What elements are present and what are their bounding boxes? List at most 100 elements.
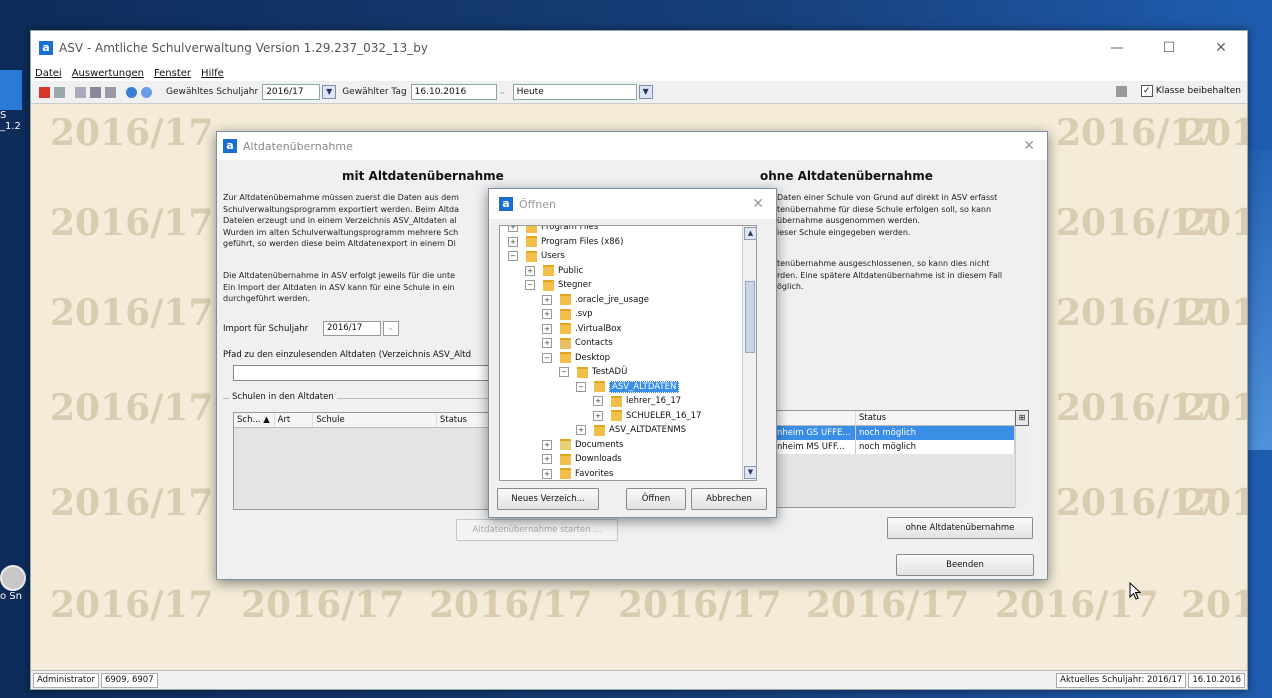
open-button[interactable]: Öffnen [626,488,686,510]
col-schule-header[interactable] [774,411,856,425]
expand-icon[interactable]: + [542,454,552,464]
statusbar: Administrator 6909, 6907 Aktuelles Schul… [31,670,1247,689]
altdaten-start-button[interactable]: Altdatenübernahme starten ... [456,519,618,541]
column-chooser-icon[interactable]: ⊞ [1015,410,1029,426]
menu-auswertungen[interactable]: Auswertungen [72,68,144,79]
minimize-button[interactable]: — [1091,31,1143,65]
red-flag-icon[interactable] [39,86,50,98]
tree-scrollbar[interactable]: ▲ ▼ [742,226,756,480]
desktop-snipping-icon[interactable]: o Sn [0,565,30,602]
expand-icon[interactable]: + [508,226,518,232]
table-row[interactable]: nheim MS UFF... noch möglich [774,440,1015,454]
folder-tree[interactable]: ▲ ▼ + Program Files + Program Files (x86) − U… [499,225,757,481]
tree-node[interactable]: + Program Files [508,226,598,234]
close-icon[interactable]: ✕ [1023,138,1035,154]
scroll-up-icon[interactable]: ▲ [744,227,756,240]
expand-icon[interactable]: + [542,338,552,348]
beenden-button[interactable]: Beenden [896,554,1034,576]
menu-datei[interactable]: Datei [35,68,62,79]
col-sch-header[interactable]: Sch... ▲ [234,413,275,427]
chevron-down-icon[interactable]: ⌄ [383,321,399,336]
tree-node[interactable]: − Stegner [525,278,591,292]
desktop-app-icon[interactable]: S _1.2 [0,70,30,132]
klasse-checkbox-label: Klasse beibehalten [1155,86,1241,96]
schulen-table-left[interactable]: Sch... ▲ Art Schule Status [233,412,491,510]
tree-node[interactable]: + Downloads [542,452,622,466]
window-titlebar[interactable]: a ASV - Amtliche Schulverwaltung Version… [31,31,1247,65]
collapse-icon[interactable]: − [559,367,569,377]
tree-node[interactable]: + Public [525,264,583,278]
mit-description-2: Die Altdatenübernahme in ASV erfolgt jew… [223,271,456,303]
lightning-icon[interactable] [105,86,116,98]
expand-icon[interactable]: + [593,396,603,406]
collapse-icon[interactable]: − [576,381,586,392]
row-schule: nheim GS UFFE... [774,426,856,440]
expand-icon[interactable]: + [576,425,586,435]
tree-node[interactable]: + .VirtualBox [542,322,621,336]
col-status-header[interactable]: Status [856,411,1009,425]
list-icon[interactable] [90,86,101,98]
col-art-header[interactable]: Art [275,413,314,427]
collapse-icon[interactable]: − [542,352,552,363]
tree-node[interactable]: + Contacts [542,336,613,350]
expand-icon[interactable]: + [525,265,535,276]
cancel-button[interactable]: Abbrechen [691,488,767,510]
expand-icon[interactable]: + [508,236,518,247]
open-titlebar[interactable]: a Öffnen ✕ [489,189,776,219]
menu-hilfe[interactable]: Hilfe [201,68,224,79]
col-status-header[interactable]: Status [437,413,490,427]
collapse-icon[interactable]: − [508,251,518,261]
help-icon[interactable] [141,86,152,98]
tree-node[interactable]: + Documents [542,438,623,452]
col-schule-header[interactable]: Schule [313,413,437,427]
ohne-altdaten-button[interactable]: ohne Altdatenübernahme [887,517,1033,539]
close-button[interactable]: ✕ [1195,31,1247,65]
chevron-down-icon[interactable]: ▼ [638,85,653,99]
scroll-down-icon[interactable]: ▼ [744,466,756,479]
expand-icon[interactable]: + [542,294,552,305]
expand-icon[interactable]: + [542,309,552,319]
schuljahr-select[interactable]: 2016/17 [262,84,321,100]
tree-node[interactable]: + SCHUELER_16_17 [593,409,701,423]
altdaten-titlebar[interactable]: a Altdatenübernahme ✕ [217,132,1047,160]
tree-node[interactable]: − Users [508,249,565,263]
tree-node[interactable]: + .oracle_jre_usage [542,293,649,307]
klasse-checkbox[interactable]: ✓ [1140,85,1153,97]
info-icon[interactable] [126,86,137,98]
maximize-button[interactable]: ☐ [1143,31,1195,65]
chevron-down-icon[interactable]: ▼ [322,85,337,99]
expand-icon[interactable]: + [542,439,552,450]
tree-node[interactable]: − Desktop [542,351,610,365]
expand-icon[interactable]: + [542,468,552,479]
tree-node[interactable]: + .svp [542,307,593,321]
desktop-icon-label-a: S [0,110,7,121]
tree-node-label: Stegner [558,280,592,290]
tree-node[interactable]: + Favorites [542,467,613,481]
eraser-icon[interactable] [1115,85,1127,97]
heute-select[interactable]: Heute [512,84,637,100]
ohne-description: Daten einer Schule von Grund auf direkt … [777,193,998,237]
grid-icon[interactable] [75,86,86,98]
menu-fenster[interactable]: Fenster [154,68,191,79]
scroll-thumb[interactable] [745,281,755,353]
tree-node[interactable]: − TestADÜ [559,365,627,379]
tag-dropdown-icon[interactable]: ⌄ [499,87,511,97]
tree-node[interactable]: + lehrer_16_17 [593,394,681,408]
schulen-table-right[interactable]: Status nheim GS UFFE... noch möglich nhe… [773,410,1016,508]
expand-icon[interactable]: + [593,410,603,421]
row-status: noch möglich [856,426,1015,440]
collapse-icon[interactable]: − [525,280,535,290]
new-folder-button[interactable]: Neues Verzeich... [497,488,599,510]
snipping-tool-icon [0,565,26,591]
tree-node[interactable]: − ASV_ALTDATEN [576,380,680,394]
tag-field[interactable]: 16.10.2016 [410,84,497,100]
tree-node[interactable]: + ASV_ALTDATENMS [576,423,686,437]
tree-node[interactable]: + Program Files (x86) [508,235,623,249]
tree-node-label: SCHUELER_16_17 [626,410,702,421]
import-schuljahr-select[interactable]: 2016/17 [323,321,381,336]
expand-icon[interactable]: + [542,323,552,334]
close-icon[interactable]: ✕ [752,196,764,212]
document-icon[interactable] [54,86,65,98]
table-row[interactable]: nheim GS UFFE... noch möglich [774,426,1015,440]
path-input[interactable] [233,365,491,381]
